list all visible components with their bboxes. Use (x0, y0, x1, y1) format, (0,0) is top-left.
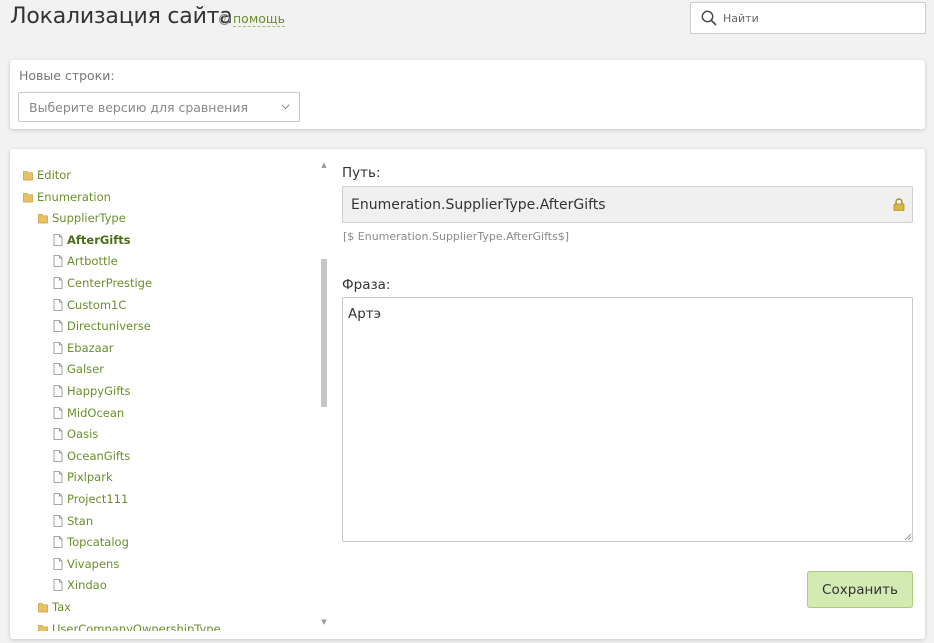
tree-item-label: Enumeration (37, 189, 111, 204)
tree-folder[interactable]: Enumeration (23, 190, 111, 204)
tree-item[interactable]: MidOcean (53, 406, 124, 420)
path-label: Путь: (342, 165, 381, 181)
path-value: Enumeration.SupplierType.AfterGifts (351, 196, 606, 213)
main-panel: Editor Enumeration SupplierType AfterGifts A… (10, 149, 925, 639)
question-circle-icon: ? (219, 14, 230, 25)
phrase-label: Фраза: (342, 277, 391, 293)
save-button[interactable]: Сохранить (807, 571, 913, 608)
tree-item-label: Galser (67, 362, 104, 377)
file-icon (53, 514, 63, 527)
tree-item[interactable]: Directuniverse (53, 319, 151, 333)
path-field: Enumeration.SupplierType.AfterGifts (342, 186, 913, 223)
file-icon (53, 385, 63, 397)
file-icon (53, 428, 63, 441)
tree-item-label: Xindao (67, 578, 107, 593)
help-link-label: помощь (233, 11, 286, 27)
tree-item[interactable]: Stan (53, 514, 93, 528)
tree-item[interactable]: HappyGifts (53, 384, 131, 398)
compare-panel: Новые строки: Выберите версию для сравне… (10, 60, 925, 129)
page-title: Локализация сайта (10, 4, 233, 29)
tree-item[interactable]: CenterPrestige (53, 276, 152, 290)
search-box[interactable] (690, 2, 926, 34)
localization-tree: Editor Enumeration SupplierType AfterGifts A… (10, 149, 340, 631)
file-icon (53, 277, 63, 289)
tree-item-label: Custom1C (67, 297, 127, 312)
tree-item[interactable]: Galser (53, 362, 104, 376)
lock-icon (893, 198, 905, 211)
file-icon (53, 471, 63, 484)
file-icon (53, 298, 63, 311)
file-icon (53, 536, 63, 549)
tree-folder[interactable]: SupplierType (38, 211, 126, 225)
tree-item-label: Directuniverse (67, 319, 151, 334)
tree-folder[interactable]: UserCompanyOwnershipType (38, 622, 221, 631)
tree-item-label: Oasis (67, 427, 99, 442)
help-link[interactable]: ? помощь (219, 11, 286, 27)
tree-item-label: Artbottle (67, 254, 118, 269)
search-input[interactable] (723, 11, 913, 25)
tree-item-label: Stan (67, 513, 94, 528)
file-icon (53, 493, 63, 505)
tree-item-label: Pixlpark (67, 470, 113, 485)
tree-item[interactable]: AfterGifts (53, 233, 131, 247)
tree-item-label: HappyGifts (67, 384, 131, 398)
tree-item-label: UserCompanyOwnershipType (52, 621, 221, 631)
tree-item-label: MidOcean (67, 405, 125, 420)
folder-icon (38, 601, 48, 613)
tree-item-label: AfterGifts (67, 232, 131, 247)
file-icon (53, 449, 63, 462)
search-icon (701, 10, 717, 26)
tree-item-label: Tax (52, 600, 71, 614)
tree-item[interactable]: Pixlpark (53, 470, 113, 484)
file-icon (53, 363, 63, 376)
file-icon (53, 557, 63, 570)
tree-item-label: CenterPrestige (67, 276, 153, 290)
file-icon (53, 255, 63, 268)
version-select[interactable]: Выберите версию для сравнения (18, 92, 300, 122)
tree-item-label: Project111 (67, 492, 129, 506)
tree-item[interactable]: Vivapens (53, 557, 119, 571)
resize-grip-icon[interactable] (903, 532, 912, 541)
tree-item-label: Ebazaar (67, 340, 114, 355)
tree-folder[interactable]: Tax (38, 600, 71, 614)
tree-item[interactable]: Artbottle (53, 254, 118, 268)
folder-icon (38, 212, 48, 224)
tree-item-label: Topcatalog (67, 535, 129, 550)
file-icon (53, 579, 63, 592)
tree-item[interactable]: Oasis (53, 427, 98, 441)
scroll-down-arrow[interactable]: ▼ (320, 618, 328, 626)
version-select-placeholder: Выберите версию для сравнения (29, 99, 248, 115)
tree-item[interactable]: Topcatalog (53, 535, 129, 549)
tree-item[interactable]: Ebazaar (53, 341, 113, 355)
file-icon (53, 406, 63, 419)
tree-item-label: Editor (37, 168, 72, 182)
folder-icon (23, 191, 33, 203)
path-code: [$ Enumeration.SupplierType.AfterGifts$] (343, 230, 570, 243)
tree-item-label: SupplierType (52, 211, 126, 226)
file-icon (53, 320, 63, 333)
scroll-up-arrow[interactable]: ▲ (320, 161, 328, 169)
chevron-down-icon (281, 104, 290, 110)
tree-item[interactable]: Custom1C (53, 298, 126, 312)
phrase-textarea[interactable] (342, 297, 913, 542)
tree-item[interactable]: Xindao (53, 578, 107, 592)
folder-icon (38, 623, 48, 631)
tree-scrollbar-thumb[interactable] (321, 259, 327, 407)
tree-item-label: Vivapens (67, 556, 120, 571)
file-icon (53, 341, 63, 354)
tree-item[interactable]: Project111 (53, 492, 128, 506)
tree-item-label: OceanGifts (67, 448, 131, 463)
new-strings-label: Новые строки: (19, 68, 115, 83)
tree-item[interactable]: OceanGifts (53, 449, 130, 463)
folder-icon (23, 169, 33, 181)
tree-folder[interactable]: Editor (23, 168, 71, 182)
file-icon (53, 233, 63, 246)
